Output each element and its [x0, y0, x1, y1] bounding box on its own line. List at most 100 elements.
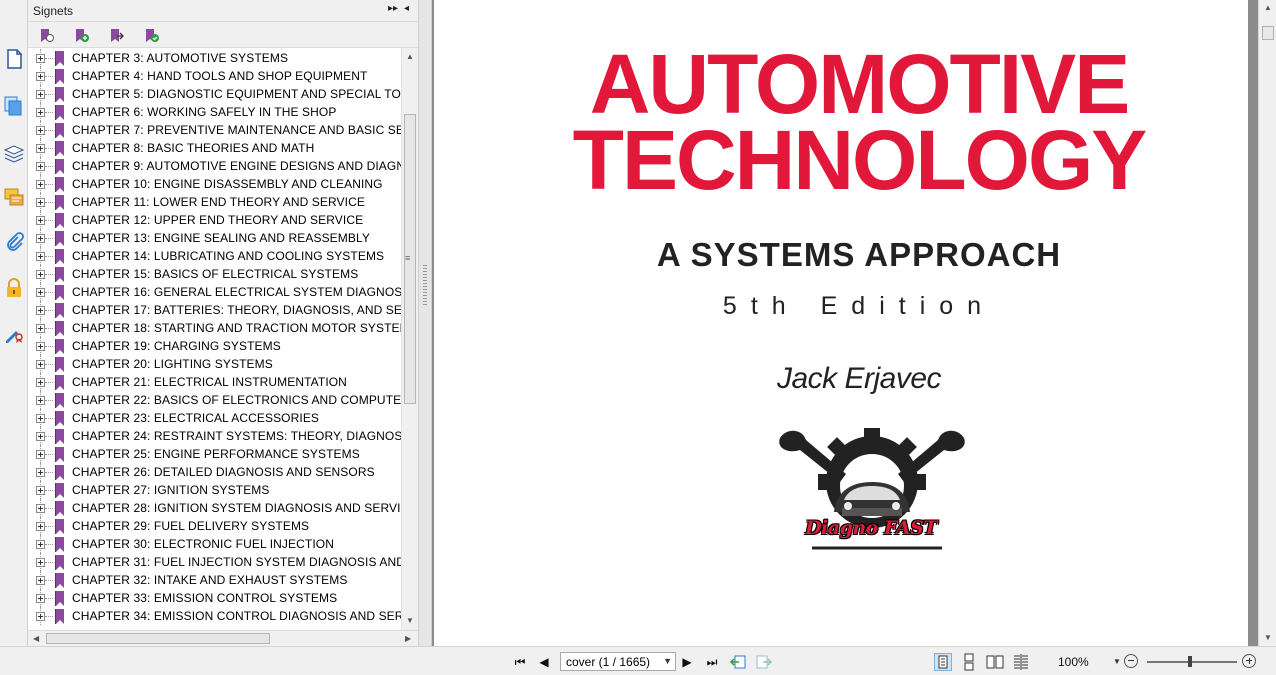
bookmark-item[interactable]: CHAPTER 7: PREVENTIVE MAINTENANCE AND BA… — [28, 121, 401, 139]
expand-icon[interactable] — [36, 90, 45, 99]
bookmark-item[interactable]: CHAPTER 31: FUEL INJECTION SYSTEM DIAGNO… — [28, 553, 401, 571]
bookmark-item[interactable]: CHAPTER 20: LIGHTING SYSTEMS — [28, 355, 401, 373]
bookmark-item[interactable]: CHAPTER 21: ELECTRICAL INSTRUMENTATION — [28, 373, 401, 391]
security-icon[interactable] — [3, 277, 25, 299]
add-bookmark-icon[interactable] — [73, 27, 91, 44]
bookmark-item[interactable]: CHAPTER 11: LOWER END THEORY AND SERVICE — [28, 193, 401, 211]
expand-icon[interactable] — [36, 576, 45, 585]
expand-icon[interactable] — [36, 558, 45, 567]
layers-icon[interactable] — [3, 142, 25, 164]
bookmark-item[interactable]: CHAPTER 22: BASICS OF ELECTRONICS AND CO… — [28, 391, 401, 409]
scrollbar-thumb[interactable] — [46, 633, 270, 644]
bookmark-item[interactable]: CHAPTER 32: INTAKE AND EXHAUST SYSTEMS — [28, 571, 401, 589]
first-page-icon[interactable]: ⏮ — [512, 654, 528, 670]
bookmark-item[interactable]: CHAPTER 3: AUTOMOTIVE SYSTEMS — [28, 49, 401, 67]
continuous-view-icon[interactable] — [960, 653, 978, 671]
expand-icon[interactable] — [36, 54, 45, 63]
bookmark-options-icon[interactable] — [38, 27, 56, 44]
go-to-bookmark-icon[interactable] — [108, 27, 126, 44]
expand-icon[interactable] — [36, 126, 45, 135]
panel-options-icon[interactable]: ▸▸ — [388, 3, 398, 14]
expand-icon[interactable] — [36, 108, 45, 117]
scroll-down-icon[interactable]: ▼ — [1264, 633, 1272, 642]
bookmark-item[interactable]: CHAPTER 25: ENGINE PERFORMANCE SYSTEMS — [28, 445, 401, 463]
scroll-down-icon[interactable]: ▼ — [406, 616, 414, 625]
attachments-icon[interactable] — [3, 231, 25, 253]
expand-icon[interactable] — [36, 306, 45, 315]
previous-view-icon[interactable] — [729, 653, 747, 671]
next-page-icon[interactable]: ▶ — [679, 654, 695, 670]
zoom-slider-knob[interactable] — [1188, 656, 1192, 667]
bookmark-item[interactable]: CHAPTER 23: ELECTRICAL ACCESSORIES — [28, 409, 401, 427]
page-number-field[interactable]: cover (1 / 1665) ▼ — [560, 652, 676, 671]
previous-page-icon[interactable]: ◀ — [536, 654, 552, 670]
expand-icon[interactable] — [36, 270, 45, 279]
expand-icon[interactable] — [36, 594, 45, 603]
expand-icon[interactable] — [36, 612, 45, 621]
facing-view-icon[interactable] — [986, 653, 1004, 671]
expand-icon[interactable] — [36, 342, 45, 351]
scroll-left-icon[interactable]: ◀ — [33, 634, 39, 643]
expand-icon[interactable] — [36, 486, 45, 495]
bookmark-item[interactable]: CHAPTER 17: BATTERIES: THEORY, DIAGNOSIS… — [28, 301, 401, 319]
zoom-level[interactable]: 100% — [1058, 655, 1089, 669]
bookmark-item[interactable]: CHAPTER 15: BASICS OF ELECTRICAL SYSTEMS — [28, 265, 401, 283]
bookmark-item[interactable]: CHAPTER 34: EMISSION CONTROL DIAGNOSIS A… — [28, 607, 401, 625]
expand-icon[interactable] — [36, 522, 45, 531]
expand-icon[interactable] — [36, 252, 45, 261]
document-vertical-scrollbar[interactable]: ▲ ▼ — [1258, 0, 1276, 646]
scroll-right-icon[interactable]: ▶ — [405, 634, 411, 643]
zoom-out-icon[interactable] — [1124, 654, 1138, 668]
page-thumbnails-icon[interactable] — [3, 48, 25, 70]
expand-icon[interactable] — [36, 504, 45, 513]
expand-icon[interactable] — [36, 450, 45, 459]
bookmark-item[interactable]: CHAPTER 18: STARTING AND TRACTION MOTOR … — [28, 319, 401, 337]
last-page-icon[interactable]: ⏭ — [704, 654, 720, 670]
bookmark-item[interactable]: CHAPTER 8: BASIC THEORIES AND MATH — [28, 139, 401, 157]
expand-icon[interactable] — [36, 72, 45, 81]
bookmark-item[interactable]: CHAPTER 24: RESTRAINT SYSTEMS: THEORY, D… — [28, 427, 401, 445]
bookmarks-vertical-scrollbar[interactable]: ▲ ≡ ▼ — [401, 48, 418, 630]
zoom-in-icon[interactable] — [1242, 654, 1256, 668]
pages-icon[interactable] — [3, 95, 25, 117]
expand-icon[interactable] — [36, 540, 45, 549]
signatures-icon[interactable] — [3, 322, 25, 344]
bookmark-item[interactable]: CHAPTER 30: ELECTRONIC FUEL INJECTION — [28, 535, 401, 553]
bookmark-item[interactable]: CHAPTER 5: DIAGNOSTIC EQUIPMENT AND SPEC… — [28, 85, 401, 103]
bookmark-item[interactable]: CHAPTER 27: IGNITION SYSTEMS — [28, 481, 401, 499]
expand-icon[interactable] — [36, 234, 45, 243]
expand-icon[interactable] — [36, 198, 45, 207]
expand-icon[interactable] — [36, 378, 45, 387]
next-view-icon[interactable] — [755, 653, 773, 671]
expand-icon[interactable] — [36, 324, 45, 333]
bookmark-item[interactable]: CHAPTER 4: HAND TOOLS AND SHOP EQUIPMENT — [28, 67, 401, 85]
bookmark-item[interactable]: CHAPTER 12: UPPER END THEORY AND SERVICE — [28, 211, 401, 229]
scroll-up-icon[interactable]: ▲ — [1264, 3, 1272, 12]
expand-icon[interactable] — [36, 468, 45, 477]
expand-icon[interactable] — [36, 396, 45, 405]
scrollbar-thumb[interactable] — [1262, 26, 1274, 40]
zoom-slider[interactable] — [1147, 656, 1237, 667]
bookmark-item[interactable]: CHAPTER 13: ENGINE SEALING AND REASSEMBL… — [28, 229, 401, 247]
chevron-down-icon[interactable]: ▼ — [663, 656, 672, 666]
bookmark-item[interactable]: CHAPTER 6: WORKING SAFELY IN THE SHOP — [28, 103, 401, 121]
bookmarks-horizontal-scrollbar[interactable]: ◀ ▶ — [28, 630, 418, 646]
bookmark-item[interactable]: CHAPTER 33: EMISSION CONTROL SYSTEMS — [28, 589, 401, 607]
bookmark-item[interactable]: CHAPTER 19: CHARGING SYSTEMS — [28, 337, 401, 355]
expand-icon[interactable] — [36, 162, 45, 171]
panel-close-icon[interactable]: ◂ — [404, 3, 409, 14]
bookmark-item[interactable]: CHAPTER 29: FUEL DELIVERY SYSTEMS — [28, 517, 401, 535]
comments-icon[interactable] — [3, 186, 25, 208]
single-page-view-icon[interactable] — [934, 653, 952, 671]
expand-icon[interactable] — [36, 360, 45, 369]
bookmark-item[interactable]: CHAPTER 10: ENGINE DISASSEMBLY AND CLEAN… — [28, 175, 401, 193]
expand-icon[interactable] — [36, 432, 45, 441]
bookmark-item[interactable]: CHAPTER 9: AUTOMOTIVE ENGINE DESIGNS AND… — [28, 157, 401, 175]
bookmark-item[interactable]: CHAPTER 28: IGNITION SYSTEM DIAGNOSIS AN… — [28, 499, 401, 517]
bookmark-item[interactable]: CHAPTER 14: LUBRICATING AND COOLING SYST… — [28, 247, 401, 265]
chevron-down-icon[interactable]: ▼ — [1113, 657, 1121, 666]
bookmark-item[interactable]: CHAPTER 16: GENERAL ELECTRICAL SYSTEM DI… — [28, 283, 401, 301]
expand-icon[interactable] — [36, 180, 45, 189]
panel-splitter[interactable] — [418, 0, 432, 646]
expand-icon[interactable] — [36, 144, 45, 153]
